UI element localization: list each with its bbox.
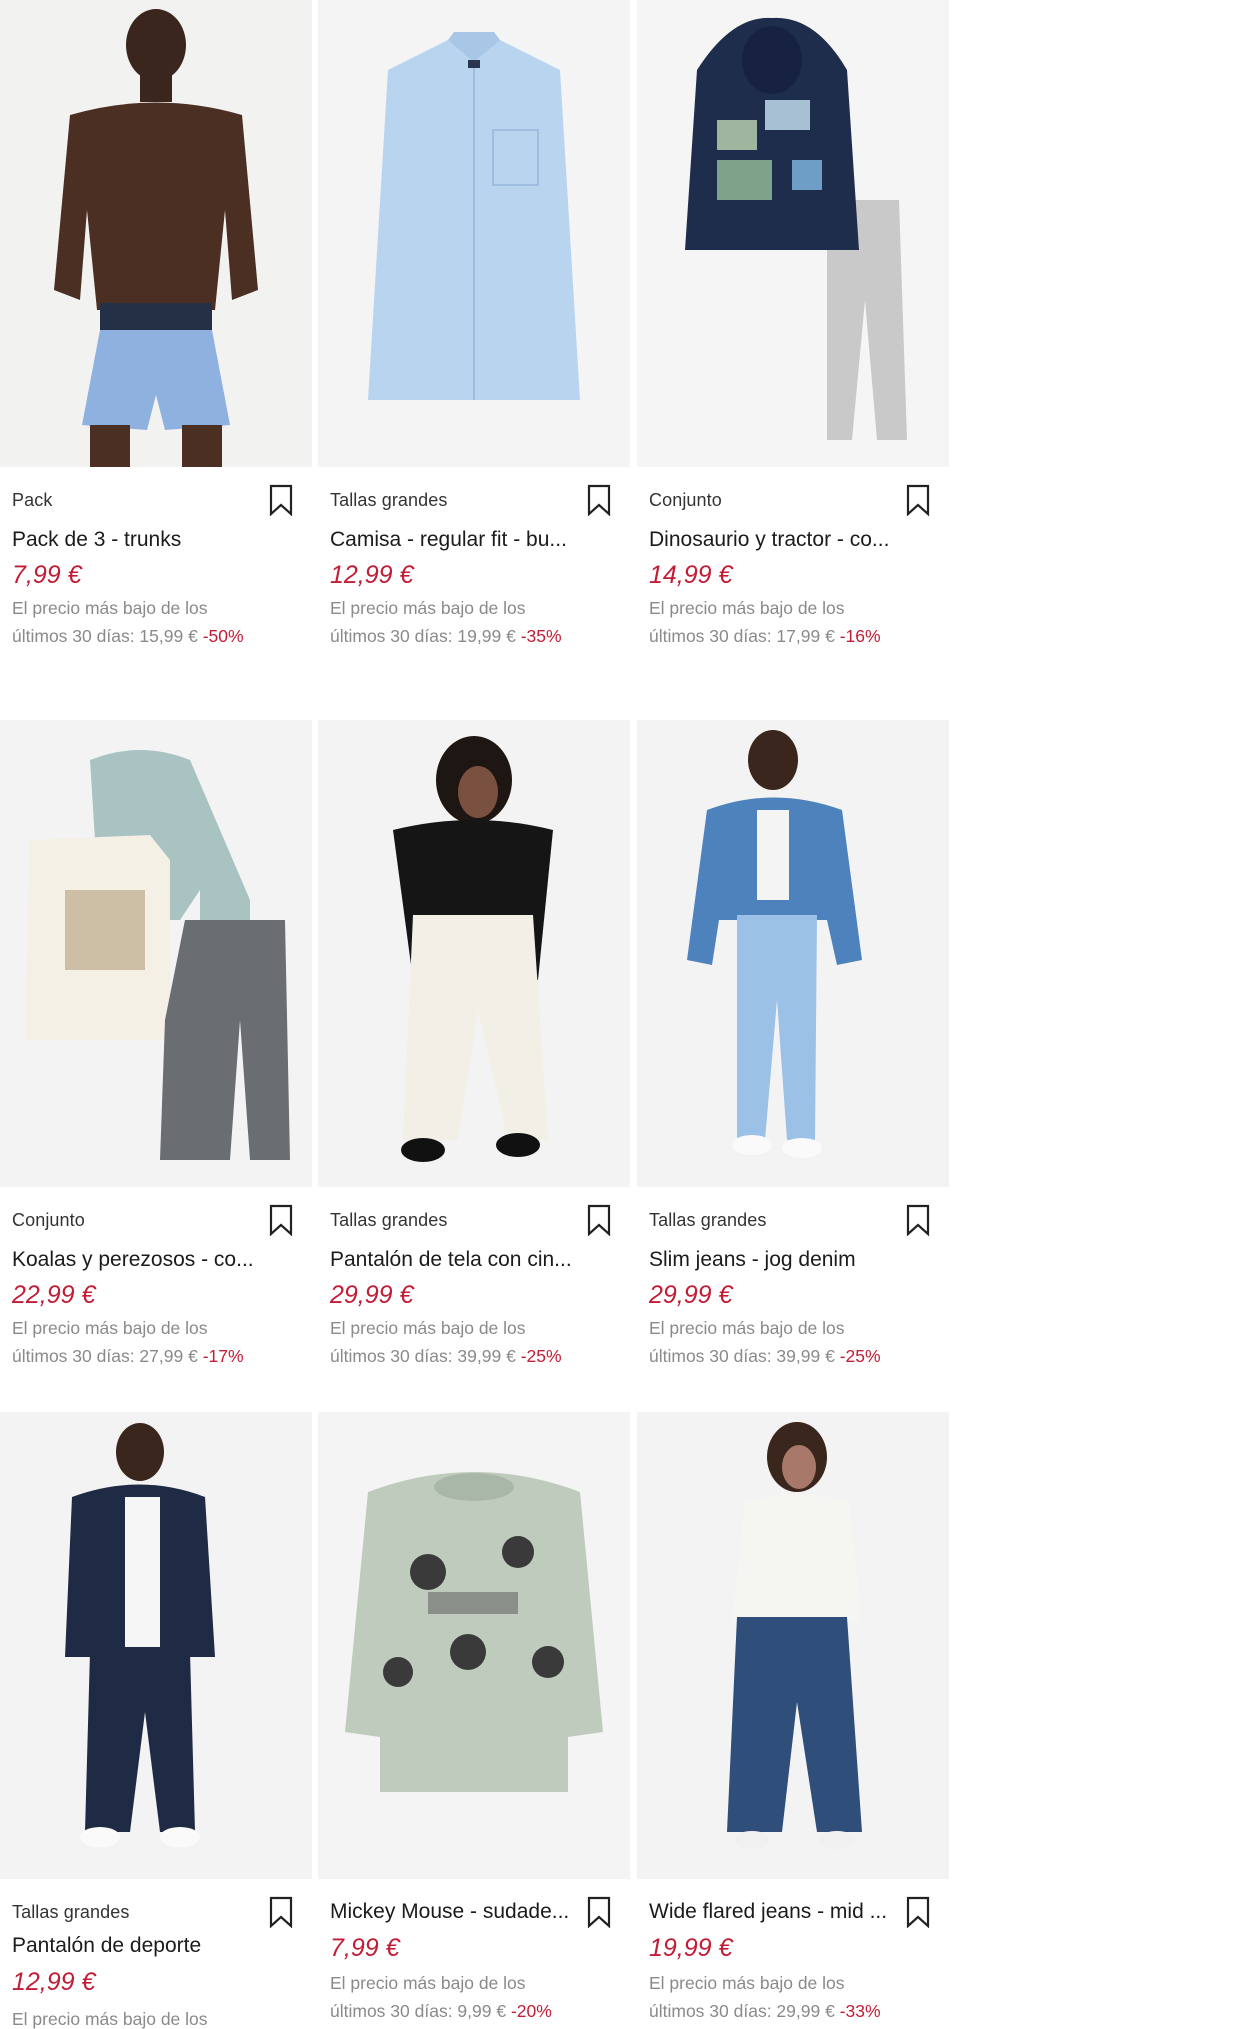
product-price: 14,99 €	[649, 561, 733, 589]
discount-badge: -17%	[202, 1346, 244, 1366]
product-price: 7,99 €	[12, 561, 82, 589]
product-image[interactable]	[0, 720, 312, 1187]
product-price: 29,99 €	[649, 1281, 733, 1309]
product-tag: Pack	[12, 490, 53, 510]
product-name[interactable]: Pack de 3 - trunks	[12, 528, 262, 552]
bookmark-icon[interactable]	[905, 484, 931, 516]
product-name[interactable]: Koalas y perezosos - co...	[12, 1248, 262, 1272]
lowest-price-label: El precio más bajo de los	[649, 598, 845, 618]
discount-badge: -50%	[202, 626, 244, 646]
product-image[interactable]	[637, 1412, 949, 1879]
product-image[interactable]	[318, 720, 630, 1187]
product-price: 12,99 €	[12, 1968, 96, 1996]
product-image[interactable]	[318, 1412, 630, 1879]
lowest-price-value: últimos 30 días: 29,99 € -33%	[649, 2001, 881, 2021]
bookmark-icon[interactable]	[905, 1204, 931, 1236]
lowest-price-value: últimos 30 días: 15,99 € -50%	[12, 626, 244, 646]
discount-badge: -25%	[839, 1346, 881, 1366]
bookmark-icon[interactable]	[268, 1896, 294, 1928]
lowest-price-value: últimos 30 días: 19,99 € -35%	[330, 626, 562, 646]
product-tag: Conjunto	[649, 490, 722, 510]
lowest-price-label: El precio más bajo de los	[649, 1973, 845, 1993]
product-name[interactable]: Pantalón de deporte	[12, 1934, 262, 1958]
lowest-price-label: El precio más bajo de los	[330, 1973, 526, 1993]
lowest-price-value: últimos 30 días: 27,99 € -17%	[12, 1346, 244, 1366]
bookmark-icon[interactable]	[905, 1896, 931, 1928]
discount-badge: -25%	[520, 1346, 562, 1366]
product-tag: Tallas grandes	[12, 1902, 130, 1922]
product-image[interactable]	[318, 0, 630, 467]
product-name[interactable]: Pantalón de tela con cin...	[330, 1248, 580, 1272]
lowest-price-label: El precio más bajo de los	[12, 598, 208, 618]
product-price: 19,99 €	[649, 1934, 733, 1962]
discount-badge: -35%	[520, 626, 562, 646]
product-price: 29,99 €	[330, 1281, 414, 1309]
bookmark-icon[interactable]	[268, 484, 294, 516]
product-tag: Conjunto	[12, 1210, 85, 1230]
lowest-price-label: El precio más bajo de los	[649, 1318, 845, 1338]
product-image[interactable]	[0, 1412, 312, 1879]
lowest-price-value: últimos 30 días: 39,99 € -25%	[649, 1346, 881, 1366]
lowest-price-value: últimos 30 días: 39,99 € -25%	[330, 1346, 562, 1366]
product-tag: Tallas grandes	[649, 1210, 767, 1230]
product-name[interactable]: Dinosaurio y tractor - co...	[649, 528, 899, 552]
lowest-price-label: El precio más bajo de los	[12, 1318, 208, 1338]
lowest-price-value: últimos 30 días: 17,99 € -16%	[649, 626, 881, 646]
product-price: 12,99 €	[330, 561, 414, 589]
bookmark-icon[interactable]	[268, 1204, 294, 1236]
product-tag: Tallas grandes	[330, 1210, 448, 1230]
product-price: 22,99 €	[12, 1281, 96, 1309]
product-tag: Tallas grandes	[330, 490, 448, 510]
discount-badge: -16%	[839, 626, 881, 646]
product-image[interactable]	[0, 0, 312, 467]
product-name[interactable]: Mickey Mouse - sudade...	[330, 1900, 580, 1924]
product-name[interactable]: Slim jeans - jog denim	[649, 1248, 899, 1272]
discount-badge: -33%	[839, 2001, 881, 2021]
bookmark-icon[interactable]	[586, 1204, 612, 1236]
lowest-price-value: últimos 30 días: 9,99 € -20%	[330, 2001, 552, 2021]
discount-badge: -20%	[510, 2001, 552, 2021]
bookmark-icon[interactable]	[586, 484, 612, 516]
product-price: 7,99 €	[330, 1934, 400, 1962]
product-image[interactable]	[637, 0, 949, 467]
product-name[interactable]: Camisa - regular fit - bu...	[330, 528, 580, 552]
product-name[interactable]: Wide flared jeans - mid ...	[649, 1900, 899, 1924]
lowest-price-label: El precio más bajo de los	[330, 598, 526, 618]
bookmark-icon[interactable]	[586, 1896, 612, 1928]
lowest-price-label: El precio más bajo de los	[330, 1318, 526, 1338]
lowest-price-label: El precio más bajo de los	[12, 2009, 208, 2029]
product-image[interactable]	[637, 720, 949, 1187]
